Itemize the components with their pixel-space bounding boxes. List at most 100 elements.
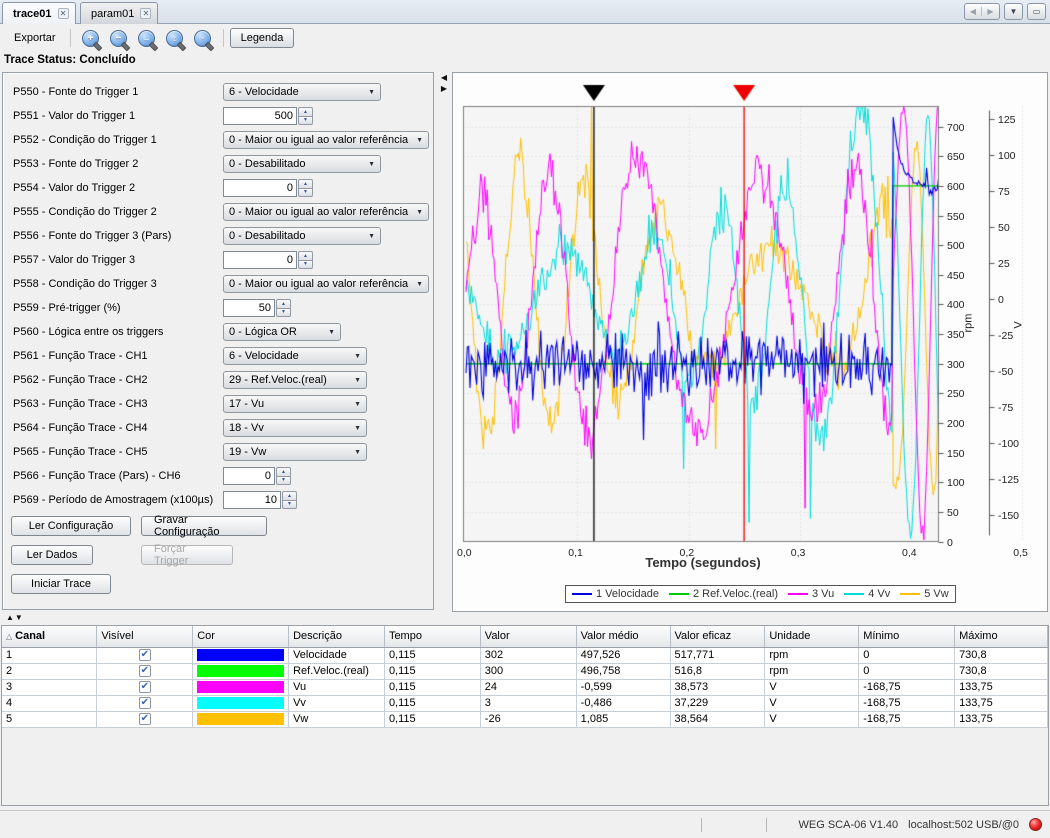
close-tab-icon[interactable]: ✕	[58, 8, 69, 19]
param-P563-select[interactable]: 17 - Vu▼	[223, 395, 367, 413]
cell-cor[interactable]	[193, 679, 289, 695]
maximize-button[interactable]: ▭	[1027, 3, 1046, 20]
exportar-menu[interactable]: Exportar	[6, 29, 64, 47]
table-row[interactable]: 4✔Vv0,1153-0,48637,229V-168,75133,75	[2, 695, 1048, 711]
vertical-splitter[interactable]: ◀ ▶	[436, 72, 452, 612]
cell-valor-eficaz: 516,8	[670, 663, 765, 679]
column-header-0[interactable]: △Canal	[2, 626, 97, 647]
visible-checkbox[interactable]: ✔	[139, 697, 151, 709]
scroll-left-icon[interactable]: ◀	[965, 7, 982, 16]
channel-color-swatch[interactable]	[197, 697, 284, 709]
spin-down-icon[interactable]: ▼	[298, 188, 313, 198]
param-P559-input[interactable]	[223, 299, 275, 317]
param-P565-select[interactable]: 19 - Vw▼	[223, 443, 367, 461]
column-header-8[interactable]: Unidade	[765, 626, 859, 647]
param-P554-label: P554 - Valor do Trigger 2	[13, 182, 135, 194]
ler-dados-button[interactable]: Ler Dados	[11, 545, 93, 565]
visible-checkbox[interactable]: ✔	[139, 649, 151, 661]
zoom-vertical-button[interactable]: ↕	[163, 27, 187, 49]
collapse-up-icon[interactable]: ▲	[6, 613, 15, 622]
param-P561-select[interactable]: 6 - Velocidade▼	[223, 347, 367, 365]
column-header-1[interactable]: Visível	[97, 626, 193, 647]
visible-checkbox[interactable]: ✔	[139, 665, 151, 677]
param-P569-input[interactable]	[223, 491, 281, 509]
column-header-9[interactable]: Mínimo	[859, 626, 955, 647]
column-header-3[interactable]: Descrição	[289, 626, 385, 647]
tab-trace01[interactable]: trace01 ✕	[2, 2, 76, 24]
param-P555-select[interactable]: 0 - Maior ou igual ao valor referência▼	[223, 203, 429, 221]
spin-down-icon[interactable]: ▼	[282, 500, 297, 510]
param-P553-select[interactable]: 0 - Desabilitado▼	[223, 155, 381, 173]
channel-color-swatch[interactable]	[197, 665, 284, 677]
param-P562-select[interactable]: 29 - Ref.Veloc.(real)▼	[223, 371, 367, 389]
zoom-horizontal-button[interactable]: ↔	[135, 27, 159, 49]
spin-down-icon[interactable]: ▼	[276, 308, 291, 318]
zoom-in-button[interactable]: +	[79, 27, 103, 49]
param-P556-select[interactable]: 0 - Desabilitado▼	[223, 227, 381, 245]
visible-checkbox[interactable]: ✔	[139, 681, 151, 693]
spin-down-icon[interactable]: ▼	[298, 260, 313, 270]
param-P564-select[interactable]: 18 - Vv▼	[223, 419, 367, 437]
cell-cor[interactable]	[193, 711, 289, 727]
param-P550-select[interactable]: 6 - Velocidade▼	[223, 83, 381, 101]
rpm-axis-title: rpm	[962, 314, 974, 333]
column-header-7[interactable]: Valor eficaz	[670, 626, 765, 647]
param-P558-value: 0 - Maior ou igual ao valor referência	[229, 278, 408, 290]
spin-up-icon[interactable]: ▲	[276, 299, 291, 308]
collapse-right-icon[interactable]: ▶	[436, 83, 452, 94]
spin-down-icon[interactable]: ▼	[298, 116, 313, 126]
table-row[interactable]: 5✔Vw0,115-261,08538,564V-168,75133,75	[2, 711, 1048, 727]
zoom-out-button[interactable]: −	[107, 27, 131, 49]
rpm-tick-label: 150	[947, 448, 965, 460]
tab-scroll-buttons[interactable]: ◀▶	[964, 3, 1000, 20]
param-P557-input[interactable]	[223, 251, 297, 269]
channel-color-swatch[interactable]	[197, 713, 284, 725]
tab-list-button[interactable]: ▼	[1004, 3, 1023, 20]
param-P554-input[interactable]	[223, 179, 297, 197]
param-P565-label: P565 - Função Trace - CH5	[13, 446, 148, 458]
zoom-reset-button[interactable]: ▫	[191, 27, 215, 49]
table-row[interactable]: 1✔Velocidade0,115302497,526517,771rpm073…	[2, 647, 1048, 663]
cell-cor[interactable]	[193, 647, 289, 663]
gravar-configuracao-button[interactable]: Gravar Configuração	[141, 516, 267, 536]
cell-cor[interactable]	[193, 663, 289, 679]
spin-up-icon[interactable]: ▲	[282, 491, 297, 500]
spin-up-icon[interactable]: ▲	[298, 251, 313, 260]
spin-up-icon[interactable]: ▲	[298, 107, 313, 116]
column-header-10[interactable]: Máximo	[955, 626, 1048, 647]
table-row[interactable]: 2✔Ref.Veloc.(real)0,115300496,758516,8rp…	[2, 663, 1048, 679]
scroll-right-icon[interactable]: ▶	[982, 7, 999, 16]
visible-checkbox[interactable]: ✔	[139, 713, 151, 725]
spin-up-icon[interactable]: ▲	[298, 179, 313, 188]
tab-trace01-label: trace01	[13, 8, 52, 20]
close-tab-icon[interactable]: ✕	[140, 8, 151, 19]
table-row[interactable]: 3✔Vu0,11524-0,59938,573V-168,75133,75	[2, 679, 1048, 695]
column-header-2[interactable]: Cor	[193, 626, 289, 647]
param-P560-select[interactable]: 0 - Lógica OR▼	[223, 323, 341, 341]
legenda-toggle-button[interactable]: Legenda	[230, 28, 295, 48]
column-header-6[interactable]: Valor médio	[576, 626, 670, 647]
collapse-down-icon[interactable]: ▼	[15, 613, 24, 622]
cell-tempo: 0,115	[384, 695, 480, 711]
iniciar-trace-button[interactable]: Iniciar Trace	[11, 574, 111, 594]
param-P552-select[interactable]: 0 - Maior ou igual ao valor referência▼	[223, 131, 429, 149]
ler-configuracao-button[interactable]: Ler Configuração	[11, 516, 131, 536]
param-P566-input[interactable]	[223, 467, 275, 485]
param-row-P558: P558 - Condição do Trigger 30 - Maior ou…	[3, 272, 433, 296]
collapse-left-icon[interactable]: ◀	[436, 72, 452, 83]
channel-color-swatch[interactable]	[197, 681, 284, 693]
channel-color-swatch[interactable]	[197, 649, 284, 661]
param-P559-spinner: ▲▼	[223, 299, 291, 317]
param-P558-select[interactable]: 0 - Maior ou igual ao valor referência▼	[223, 275, 429, 293]
cell-unidade: V	[765, 711, 859, 727]
cell-canal: 4	[2, 695, 97, 711]
column-header-4[interactable]: Tempo	[384, 626, 480, 647]
horizontal-splitter[interactable]: ▲▼	[0, 612, 1050, 625]
tab-param01[interactable]: param01 ✕	[80, 2, 158, 24]
spin-down-icon[interactable]: ▼	[276, 476, 291, 486]
cell-cor[interactable]	[193, 695, 289, 711]
cell-maximo: 133,75	[955, 695, 1048, 711]
column-header-5[interactable]: Valor	[480, 626, 576, 647]
param-P551-input[interactable]	[223, 107, 297, 125]
spin-up-icon[interactable]: ▲	[276, 467, 291, 476]
